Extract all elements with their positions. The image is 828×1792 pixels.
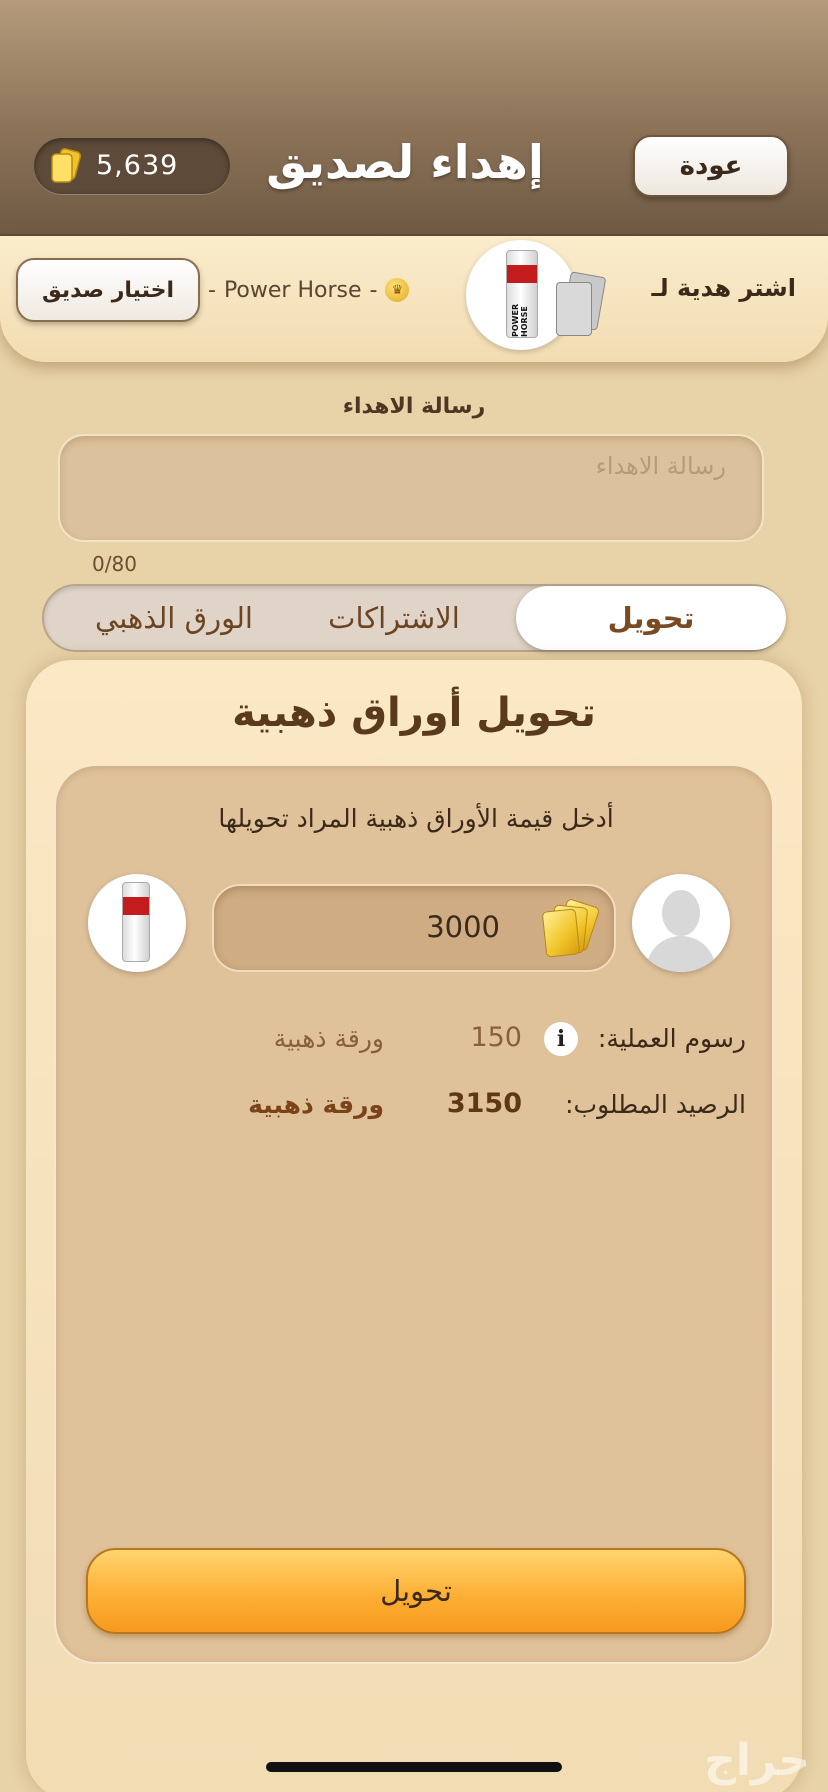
coins-balance-pill[interactable]: 5,639: [34, 138, 230, 194]
separator: -: [208, 277, 216, 303]
transfer-amount-value: 3000: [426, 910, 500, 944]
top-header: 5,639 إهداء لصديق عودة: [0, 0, 828, 236]
panel-title: تحويل أوراق ذهبية: [232, 690, 596, 736]
gift-product-thumbnail: [88, 874, 186, 972]
separator: -: [369, 277, 378, 303]
recipient-avatar[interactable]: [632, 874, 730, 972]
transfer-amount-input[interactable]: 3000: [212, 884, 616, 972]
crown-icon: ♛: [385, 278, 410, 302]
total-unit: ورقة ذهبية: [248, 1090, 384, 1119]
gold-cards-icon: [51, 148, 82, 183]
product-name: Power Horse: [223, 277, 362, 303]
transfer-form: أدخل قيمة الأوراق ذهبية المراد تحويلها 3…: [54, 764, 774, 1664]
recipient-card: اختيار صديق - Power Horse - ♛ POWER HORS…: [0, 236, 828, 362]
avatar-head: [662, 890, 700, 936]
fee-label: رسوم العملية:: [597, 1024, 746, 1053]
tab-bar: تحويل الاشتراكات الورق الذهبي: [42, 584, 786, 652]
back-button[interactable]: عودة: [633, 135, 789, 197]
transfer-instruction: أدخل قيمة الأوراق ذهبية المراد تحويلها: [218, 804, 614, 833]
transfer-button[interactable]: تحويل: [86, 1548, 746, 1634]
fee-amount: 150: [470, 1022, 522, 1053]
playing-cards-icon: [556, 271, 607, 340]
message-label: رسالة الاهداء: [342, 394, 486, 419]
total-row: الرصيد المطلوب: 3150 ورقة ذهبية: [56, 1084, 776, 1128]
total-amount: 3150: [446, 1088, 522, 1119]
energy-drink-can-icon: POWER HORSE: [506, 250, 538, 338]
coins-balance-value: 5,639: [96, 150, 179, 181]
home-indicator[interactable]: [266, 1762, 562, 1772]
haraj-watermark: حراج: [704, 1735, 810, 1786]
gift-message-input[interactable]: [58, 434, 764, 542]
tab-subscriptions[interactable]: الاشتراكات: [284, 586, 504, 650]
avatar-body: [646, 936, 716, 972]
fee-unit: ورقة ذهبية: [273, 1024, 384, 1053]
buy-gift-label: اشتر هدية لـ: [651, 274, 796, 302]
energy-drink-can-icon: [122, 882, 150, 962]
total-label: الرصيد المطلوب:: [565, 1090, 746, 1119]
fee-row: رسوم العملية: i 150 ورقة ذهبية: [56, 1018, 776, 1062]
choose-friend-button[interactable]: اختيار صديق: [16, 258, 200, 322]
info-icon[interactable]: i: [544, 1022, 578, 1056]
character-counter: 0/80: [92, 552, 137, 576]
page-title: إهداء لصديق: [266, 135, 544, 189]
tab-gold-cards[interactable]: الورق الذهبي: [64, 586, 284, 650]
gold-cards-icon: [538, 897, 602, 962]
tab-transfer[interactable]: تحويل: [516, 586, 786, 650]
transfer-panel: تحويل أوراق ذهبية أدخل قيمة الأوراق ذهبي…: [26, 660, 802, 1792]
selected-gift-line: - Power Horse - ♛: [208, 274, 410, 306]
can-label: POWER HORSE: [511, 303, 529, 337]
